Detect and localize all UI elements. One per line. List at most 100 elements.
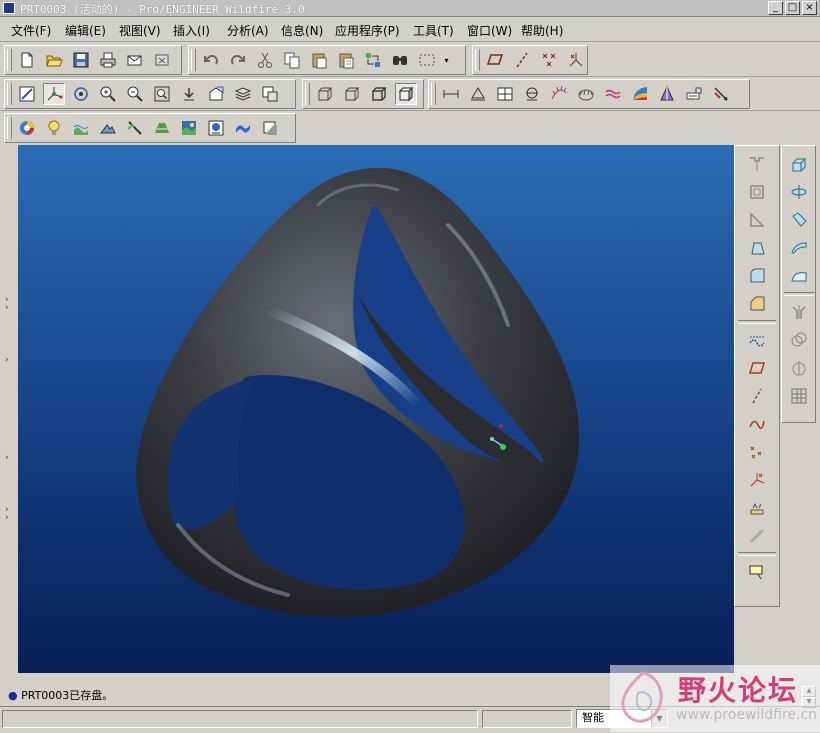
dihedral-icon[interactable] (575, 83, 597, 105)
draft-analysis-icon[interactable] (656, 83, 678, 105)
menu-edit[interactable]: 编辑(E) (65, 22, 106, 39)
chamfer-tool-icon[interactable] (746, 293, 768, 315)
variable-sweep-icon[interactable] (788, 209, 810, 231)
datum-point-icon[interactable] (746, 441, 768, 463)
redo-icon[interactable] (227, 49, 249, 71)
reorient-icon[interactable] (178, 83, 200, 105)
copy-icon[interactable] (281, 49, 303, 71)
find-icon[interactable] (389, 49, 411, 71)
draft-tool-icon[interactable] (746, 237, 768, 259)
slope-icon[interactable] (710, 83, 732, 105)
deform-icon[interactable] (232, 117, 254, 139)
layers-icon[interactable] (232, 83, 254, 105)
scene-icon[interactable] (97, 117, 119, 139)
datum-plane-icon[interactable] (746, 357, 768, 379)
render-icon[interactable] (178, 117, 200, 139)
send-mail-icon[interactable] (124, 49, 146, 71)
repaint-icon[interactable] (16, 83, 38, 105)
menu-info[interactable]: 信息(N) (281, 22, 323, 39)
view-manager-icon[interactable] (259, 83, 281, 105)
csys-display-icon[interactable] (565, 49, 587, 71)
menu-insert[interactable]: 插入(I) (173, 22, 210, 39)
shaded-3d-model[interactable] (18, 145, 734, 673)
curvature-icon[interactable] (548, 83, 570, 105)
cut-icon[interactable] (254, 49, 276, 71)
regenerate-icon[interactable] (362, 49, 384, 71)
model-tree-toggle-icon[interactable] (259, 117, 281, 139)
merge-tool-icon[interactable] (788, 329, 810, 351)
pattern-tool-icon[interactable] (788, 385, 810, 407)
plane-display-icon[interactable] (484, 49, 506, 71)
print-icon[interactable] (97, 49, 119, 71)
close-window-icon[interactable] (151, 49, 173, 71)
orient-mode-icon[interactable] (70, 83, 92, 105)
note-icon[interactable] (746, 561, 768, 583)
axis-display-icon[interactable] (511, 49, 533, 71)
datum-csys-icon[interactable] (746, 469, 768, 491)
menu-file[interactable]: 文件(F) (11, 22, 51, 39)
zoom-in-icon[interactable] (97, 83, 119, 105)
file-toolbar (4, 45, 182, 75)
no-hidden-icon[interactable] (368, 83, 390, 105)
new-file-icon[interactable] (16, 49, 38, 71)
save-icon[interactable] (70, 49, 92, 71)
minimize-button[interactable]: _ (768, 1, 783, 15)
shell-tool-icon[interactable] (746, 181, 768, 203)
open-folder-icon[interactable] (43, 49, 65, 71)
maximize-button[interactable]: □ (785, 1, 800, 15)
hidden-line-icon[interactable] (341, 83, 363, 105)
select-box-icon[interactable] (416, 49, 438, 71)
shaded-curvature-icon[interactable] (629, 83, 651, 105)
hole-tool-icon[interactable] (746, 153, 768, 175)
light-icon[interactable] (43, 117, 65, 139)
offset-analysis-icon[interactable] (602, 83, 624, 105)
room-icon[interactable] (151, 117, 173, 139)
boundary-blend-icon[interactable] (788, 237, 810, 259)
menu-window[interactable]: 窗口(W) (467, 22, 512, 39)
menu-tools[interactable]: 工具(T) (413, 22, 454, 39)
model-analysis-icon[interactable] (494, 83, 516, 105)
revolve-tool-icon[interactable] (788, 181, 810, 203)
saved-views-icon[interactable] (205, 83, 227, 105)
point-display-icon[interactable] (538, 49, 560, 71)
graphics-viewport[interactable] (18, 145, 734, 673)
texture-icon[interactable] (124, 117, 146, 139)
datum-curve-icon[interactable] (746, 413, 768, 435)
chevron-down-icon[interactable]: ▾ (443, 49, 451, 71)
expand-arrow-icon[interactable]: › (5, 453, 9, 463)
pipe-tool-icon[interactable] (746, 525, 768, 547)
style-icon[interactable] (788, 265, 810, 287)
spotlight-icon[interactable] (205, 117, 227, 139)
section-analysis-icon[interactable] (521, 83, 543, 105)
extrude-tool-icon[interactable] (788, 153, 810, 175)
close-button[interactable]: × (802, 1, 817, 15)
analysis-feature-icon[interactable] (746, 497, 768, 519)
expand-arrow-icon[interactable]: › (5, 303, 9, 313)
undo-icon[interactable] (200, 49, 222, 71)
datum-axis-icon[interactable] (746, 385, 768, 407)
environment-icon[interactable] (70, 117, 92, 139)
refit-icon[interactable] (151, 83, 173, 105)
trim-tool-icon[interactable] (788, 357, 810, 379)
menu-view[interactable]: 视图(V) (119, 22, 161, 39)
reflection-icon[interactable] (683, 83, 705, 105)
sketch-icon[interactable] (746, 329, 768, 351)
color-appearance-icon[interactable] (16, 117, 38, 139)
proe-app-icon[interactable] (3, 2, 15, 14)
round-tool-icon[interactable] (746, 265, 768, 287)
measure-distance-icon[interactable] (440, 83, 462, 105)
mirror-tool-icon[interactable] (788, 301, 810, 323)
menu-applications[interactable]: 应用程序(P) (335, 22, 400, 39)
shading-icon[interactable] (394, 83, 417, 105)
expand-arrow-icon[interactable]: › (5, 513, 9, 523)
measure-area-icon[interactable] (467, 83, 489, 105)
paste-icon[interactable] (308, 49, 330, 71)
paste-special-icon[interactable] (335, 49, 357, 71)
expand-arrow-icon[interactable]: › (5, 355, 9, 365)
zoom-out-icon[interactable] (124, 83, 146, 105)
wireframe-icon[interactable] (314, 83, 336, 105)
menu-analysis[interactable]: 分析(A) (227, 22, 269, 39)
menu-help[interactable]: 帮助(H) (521, 22, 563, 39)
spin-center-icon[interactable] (42, 83, 65, 105)
rib-tool-icon[interactable] (746, 209, 768, 231)
